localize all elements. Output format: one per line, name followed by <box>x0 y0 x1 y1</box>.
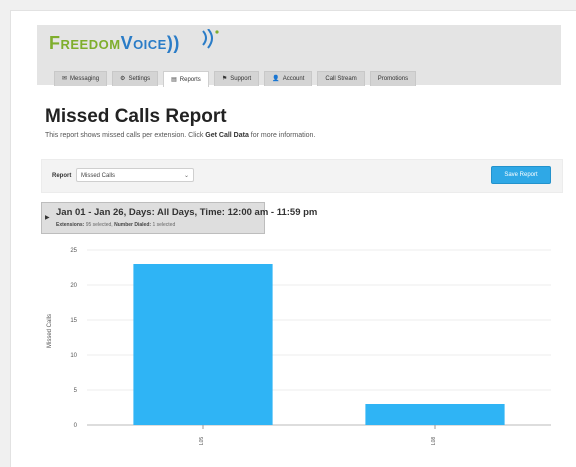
y-tick-label: 15 <box>70 318 77 324</box>
x-tick-label: L08 <box>431 437 437 446</box>
y-tick-label: 25 <box>70 248 77 254</box>
y-tick-label: 20 <box>70 283 77 289</box>
y-tick-label: 10 <box>70 353 77 359</box>
y-tick-label: 0 <box>74 423 78 429</box>
missed-calls-bar-chart: 0 5 10 15 20 25 L05 L08 <box>70 248 551 446</box>
bar-L08 <box>365 404 505 425</box>
y-tick-label: 5 <box>74 388 78 394</box>
x-tick-label: L05 <box>199 437 205 446</box>
report-page: FreedomVoice)) ✉ Messaging ⚙ Settings ▤ Rep… <box>10 10 576 467</box>
bar-L05 <box>133 264 273 425</box>
